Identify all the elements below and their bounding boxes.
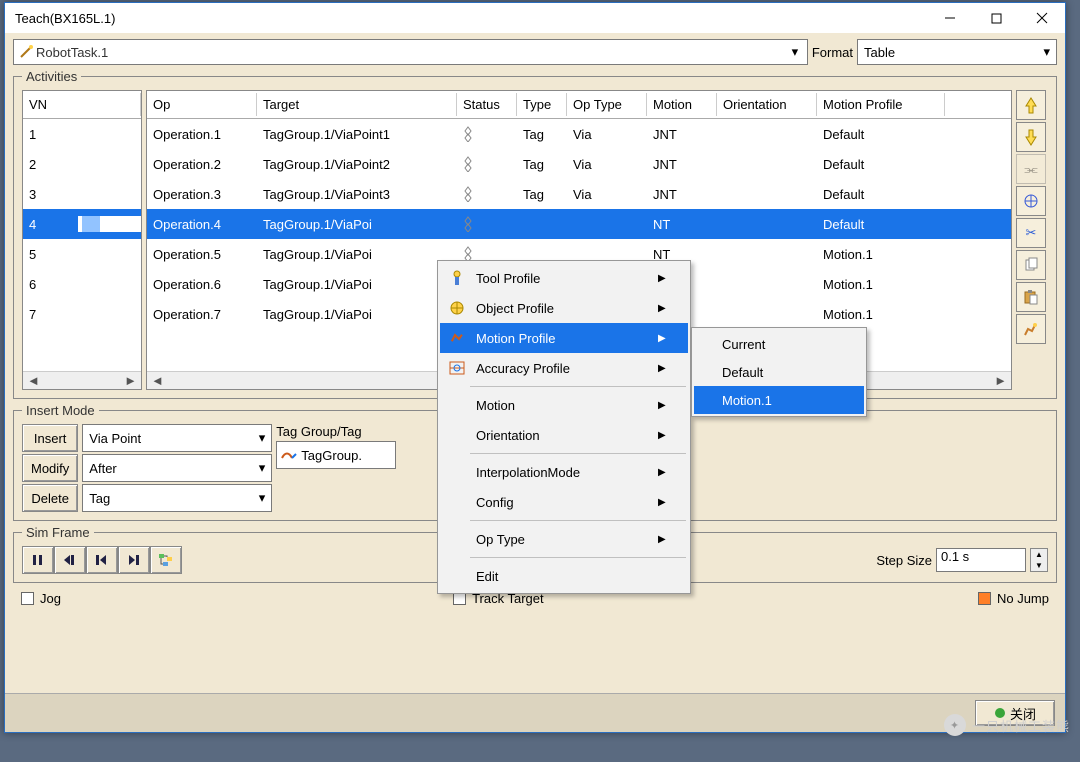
paste-button[interactable] (1016, 282, 1046, 312)
dialog-footer: 关闭 (5, 693, 1065, 732)
table-row[interactable]: Operation.1TagGroup.1/ViaPoint1TagViaJNT… (147, 119, 1011, 149)
menu-item[interactable]: Motion Profile▶ (440, 323, 688, 353)
insert-button[interactable]: Insert (22, 424, 78, 452)
tag-group-label: Tag Group/Tag (276, 424, 396, 439)
chevron-down-icon: ▾ (251, 460, 265, 476)
scroll-right-icon[interactable]: ► (124, 373, 137, 388)
context-submenu[interactable]: CurrentDefaultMotion.1 (691, 327, 867, 417)
cut-button[interactable]: ✂ (1016, 218, 1046, 248)
no-jump-checkbox[interactable] (978, 592, 991, 605)
hdr-status[interactable]: Status (457, 93, 517, 116)
scroll-left-icon[interactable]: ◄ (151, 373, 164, 388)
submenu-item[interactable]: Motion.1 (694, 386, 864, 414)
menu-item[interactable]: Edit (440, 561, 688, 591)
vn-column[interactable]: VN 1234567 ◄ ► (22, 90, 142, 390)
vn-row[interactable]: 1 (23, 119, 141, 149)
hdr-motion[interactable]: Motion (647, 93, 717, 116)
menu-item[interactable]: Orientation▶ (440, 420, 688, 450)
table-row[interactable]: Operation.4TagGroup.1/ViaPoiNTDefault (147, 209, 1011, 239)
hdr-orient[interactable]: Orientation (717, 93, 817, 116)
submenu-item[interactable]: Default (694, 358, 864, 386)
hdr-type[interactable]: Type (517, 93, 567, 116)
compass-button[interactable] (1016, 186, 1046, 216)
step-size-input[interactable]: 0.1 s (936, 548, 1026, 572)
format-value: Table (864, 45, 1043, 60)
vn-row[interactable]: 6 (23, 269, 141, 299)
tag-icon (281, 448, 297, 462)
modify-button[interactable]: Modify (22, 454, 78, 482)
pause-button[interactable] (22, 546, 54, 574)
table-row[interactable]: Operation.3TagGroup.1/ViaPoint3TagViaJNT… (147, 179, 1011, 209)
chevron-down-icon: ▾ (1043, 44, 1050, 60)
task-value: RobotTask.1 (36, 45, 787, 60)
wand-icon (18, 44, 36, 60)
vn-row[interactable]: 2 (23, 149, 141, 179)
format-select[interactable]: Table ▾ (857, 39, 1057, 65)
step-size-label: Step Size (876, 553, 932, 568)
chevron-down-icon: ▾ (251, 490, 265, 506)
scroll-left-icon[interactable]: ◄ (27, 373, 40, 388)
vn-row[interactable]: 5 (23, 239, 141, 269)
task-select[interactable]: RobotTask.1 ▾ (13, 39, 808, 65)
tag-group-input[interactable]: TagGroup. (276, 441, 396, 469)
step-fwd-button[interactable] (118, 546, 150, 574)
menu-item[interactable]: Object Profile▶ (440, 293, 688, 323)
menu-item[interactable]: Accuracy Profile▶ (440, 353, 688, 383)
format-label: Format (810, 45, 855, 60)
menu-item[interactable]: InterpolationMode▶ (440, 457, 688, 487)
move-down-button[interactable] (1016, 122, 1046, 152)
move-up-button[interactable] (1016, 90, 1046, 120)
insert-pos-select[interactable]: After▾ (82, 454, 272, 482)
vn-row[interactable]: 3 (23, 179, 141, 209)
scissors-icon: ✂ (1026, 225, 1037, 241)
submenu-item[interactable]: Current (694, 330, 864, 358)
jog-label: Jog (40, 591, 61, 606)
hdr-op[interactable]: Op (147, 93, 257, 116)
vn-row[interactable]: 7 (23, 299, 141, 329)
menu-item[interactable]: Motion▶ (440, 390, 688, 420)
chevron-down-icon: ▾ (787, 44, 803, 60)
maximize-button[interactable] (973, 3, 1019, 33)
robot-button[interactable] (1016, 314, 1046, 344)
tree-button[interactable] (150, 546, 182, 574)
jog-checkbox[interactable] (21, 592, 34, 605)
chevron-down-icon: ▾ (251, 430, 265, 446)
vn-row[interactable]: 4 (23, 209, 141, 239)
hdr-target[interactable]: Target (257, 93, 457, 116)
vn-header: VN (23, 93, 141, 116)
insert-legend: Insert Mode (22, 403, 99, 418)
nojump-label: No Jump (997, 591, 1049, 606)
menu-item[interactable]: Op Type▶ (440, 524, 688, 554)
activities-legend: Activities (22, 69, 81, 84)
close-dialog-button[interactable]: 关闭 (975, 700, 1055, 726)
delete-button[interactable]: Delete (22, 484, 78, 512)
step-back-to-button[interactable] (54, 546, 86, 574)
copy-button[interactable] (1016, 250, 1046, 280)
close-button[interactable] (1019, 3, 1065, 33)
sim-legend: Sim Frame (22, 525, 94, 540)
minimize-button[interactable] (927, 3, 973, 33)
hdr-mprof[interactable]: Motion Profile (817, 93, 945, 116)
table-row[interactable]: Operation.2TagGroup.1/ViaPoint2TagViaJNT… (147, 149, 1011, 179)
scroll-right-icon[interactable]: ► (994, 373, 1007, 388)
step-back-button[interactable] (86, 546, 118, 574)
insert-type-select[interactable]: Via Point▾ (82, 424, 272, 452)
window-title: Teach(BX165L.1) (15, 11, 927, 26)
context-menu[interactable]: Tool Profile▶Object Profile▶Motion Profi… (437, 260, 691, 594)
hdr-optype[interactable]: Op Type (567, 93, 647, 116)
insert-ref-select[interactable]: Tag▾ (82, 484, 272, 512)
title-bar: Teach(BX165L.1) (5, 3, 1065, 33)
link-button[interactable]: ⫘ (1016, 154, 1046, 184)
menu-item[interactable]: Tool Profile▶ (440, 263, 688, 293)
step-size-spinner[interactable]: ▲▼ (1030, 548, 1048, 572)
side-toolbar: ⫘ ✂ (1016, 90, 1048, 390)
menu-item[interactable]: Config▶ (440, 487, 688, 517)
ok-dot-icon (994, 707, 1006, 719)
